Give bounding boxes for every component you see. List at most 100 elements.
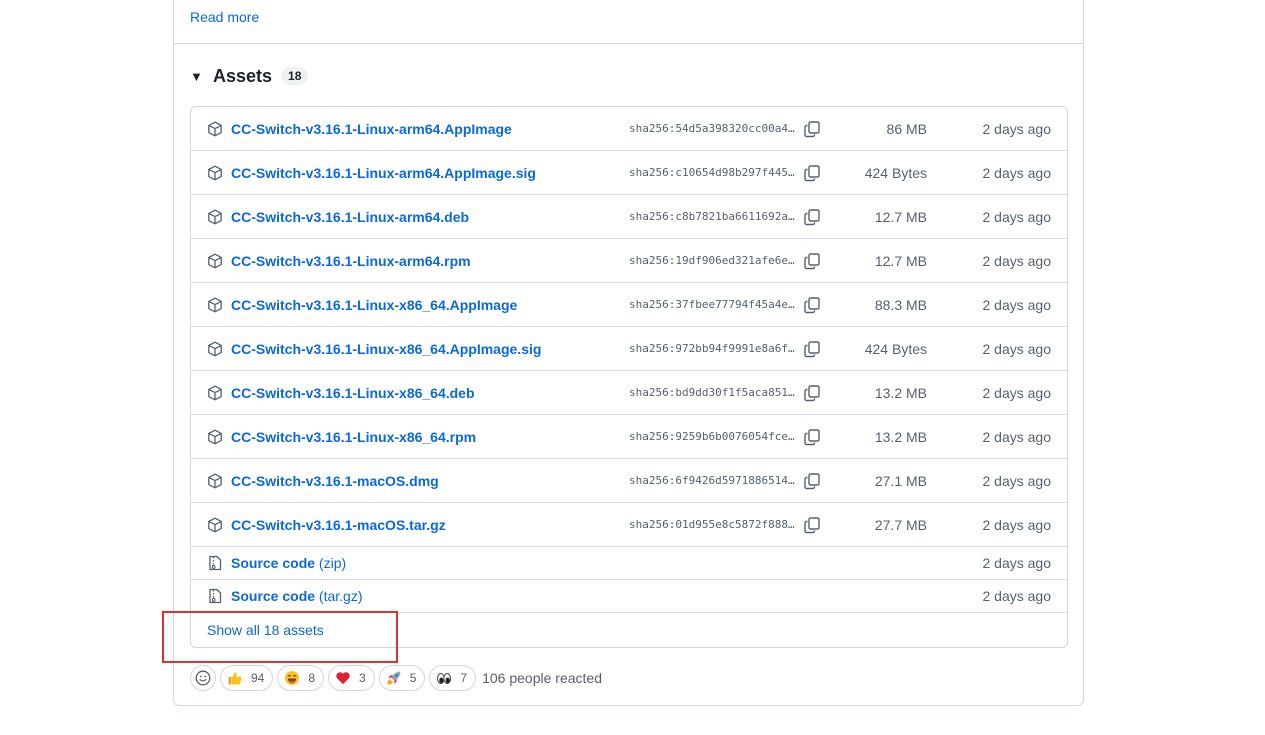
source-code-format: (tar.gz) [318,588,363,604]
laugh-icon [284,670,300,686]
read-more-link[interactable]: Read more [190,9,259,25]
copy-icon[interactable] [803,340,821,358]
asset-row: CC-Switch-v3.16.1-Linux-arm64.deb sha256:… [191,195,1067,239]
asset-size: 88.3 MB [874,297,927,313]
reaction-count: 3 [359,671,366,685]
asset-size: 27.7 MB [874,517,927,533]
assets-header[interactable]: ▼ Assets 18 [190,64,309,88]
asset-sha256: sha256:c10654d98b297f445… [629,166,795,179]
package-icon [207,341,223,357]
asset-date: 2 days ago [982,429,1052,445]
package-icon [207,253,223,269]
asset-sha256: sha256:9259b6b0076054fce… [629,430,795,443]
source-code-row: Source code (tar.gz) 2 days ago [191,580,1067,613]
asset-row: CC-Switch-v3.16.1-Linux-x86_64.AppImage s… [191,283,1067,327]
reaction-count: 5 [409,671,417,685]
reaction-button[interactable]: 7 [429,665,477,691]
thumbs-up-icon [227,670,243,686]
asset-date: 2 days ago [982,341,1052,357]
asset-size: 86 MB [886,121,927,137]
package-icon [207,473,223,489]
package-icon [207,297,223,313]
package-icon [207,121,223,137]
rocket-icon [386,670,402,686]
assets-list: CC-Switch-v3.16.1-Linux-arm64.AppImage sh… [190,106,1068,648]
package-icon [207,385,223,401]
source-code-date: 2 days ago [982,588,1052,604]
source-code-link[interactable]: Source code (tar.gz) [231,588,363,604]
copy-icon[interactable] [803,472,821,490]
copy-icon[interactable] [803,296,821,314]
add-reaction-button[interactable] [190,665,216,691]
caret-down-icon[interactable]: ▼ [190,69,204,84]
copy-icon[interactable] [803,252,821,270]
reactions-summary: 106 people reacted [482,670,602,686]
source-code-link[interactable]: Source code (zip) [231,555,346,571]
reaction-count: 7 [460,671,468,685]
asset-date: 2 days ago [982,385,1052,401]
asset-date: 2 days ago [982,121,1052,137]
asset-download-link[interactable]: CC-Switch-v3.16.1-macOS.dmg [231,473,439,489]
asset-download-link[interactable]: CC-Switch-v3.16.1-Linux-arm64.rpm [231,253,471,269]
copy-icon[interactable] [803,164,821,182]
eyes-icon [436,670,452,686]
asset-size: 27.1 MB [874,473,927,489]
asset-size: 424 Bytes [864,165,927,181]
package-icon [207,165,223,181]
asset-sha256: sha256:972bb94f9991e8a6f… [629,342,795,355]
highlight-box [162,611,398,663]
asset-sha256: sha256:19df906ed321afe6e… [629,254,795,267]
asset-sha256: sha256:c8b7821ba6611692a… [629,210,795,223]
asset-sha256: sha256:01d955e8c5872f888… [629,518,795,531]
asset-sha256: sha256:54d5a398320cc00a4… [629,122,795,135]
copy-icon[interactable] [803,120,821,138]
assets-count-badge: 18 [281,67,309,85]
asset-row: CC-Switch-v3.16.1-Linux-arm64.AppImage.s… [191,151,1067,195]
package-icon [207,429,223,445]
asset-download-link[interactable]: CC-Switch-v3.16.1-macOS.tar.gz [231,517,446,533]
package-icon [207,209,223,225]
reaction-button[interactable]: 8 [277,665,325,691]
asset-row: CC-Switch-v3.16.1-Linux-x86_64.rpm sha256… [191,415,1067,459]
source-code-format: (zip) [318,555,347,571]
asset-sha256: sha256:37fbee77794f45a4e… [629,298,795,311]
asset-row: CC-Switch-v3.16.1-Linux-x86_64.deb sha256… [191,371,1067,415]
asset-download-link[interactable]: CC-Switch-v3.16.1-Linux-x86_64.AppImage.… [231,341,541,357]
source-code-label: Source code [231,555,316,571]
asset-date: 2 days ago [982,209,1052,225]
heart-icon [335,670,351,686]
source-code-label: Source code [231,588,316,604]
asset-row: CC-Switch-v3.16.1-macOS.tar.gz sha256:01d… [191,503,1067,547]
assets-title: Assets [213,65,273,86]
asset-download-link[interactable]: CC-Switch-v3.16.1-Linux-x86_64.deb [231,385,475,401]
reaction-button[interactable]: 94 [220,665,274,691]
asset-sha256: sha256:6f9426d5971886514… [629,474,795,487]
copy-icon[interactable] [803,208,821,226]
file-zip-icon [207,555,223,571]
asset-download-link[interactable]: CC-Switch-v3.16.1-Linux-arm64.AppImage [231,121,512,137]
file-zip-icon [207,588,223,604]
source-code-date: 2 days ago [982,555,1052,571]
reaction-count: 8 [308,671,316,685]
package-icon [207,517,223,533]
smiley-icon [195,670,211,686]
reaction-button[interactable]: 3 [328,665,375,691]
asset-size: 13.2 MB [874,385,927,401]
copy-icon[interactable] [803,428,821,446]
asset-size: 12.7 MB [874,253,927,269]
asset-download-link[interactable]: CC-Switch-v3.16.1-Linux-x86_64.rpm [231,429,476,445]
asset-download-link[interactable]: CC-Switch-v3.16.1-Linux-arm64.deb [231,209,469,225]
reaction-count: 94 [251,671,265,685]
asset-download-link[interactable]: CC-Switch-v3.16.1-Linux-arm64.AppImage.s… [231,165,536,181]
asset-size: 424 Bytes [864,341,927,357]
asset-row: CC-Switch-v3.16.1-Linux-arm64.rpm sha256:… [191,239,1067,283]
asset-row: CC-Switch-v3.16.1-Linux-x86_64.AppImage.… [191,327,1067,371]
source-code-row: Source code (zip) 2 days ago [191,547,1067,580]
reaction-button[interactable]: 5 [378,665,426,691]
asset-download-link[interactable]: CC-Switch-v3.16.1-Linux-x86_64.AppImage [231,297,517,313]
copy-icon[interactable] [803,516,821,534]
copy-icon[interactable] [803,384,821,402]
asset-size: 12.7 MB [874,209,927,225]
reactions-bar: 94 8 3 5 7 106 people reacted [190,665,602,691]
asset-date: 2 days ago [982,297,1052,313]
